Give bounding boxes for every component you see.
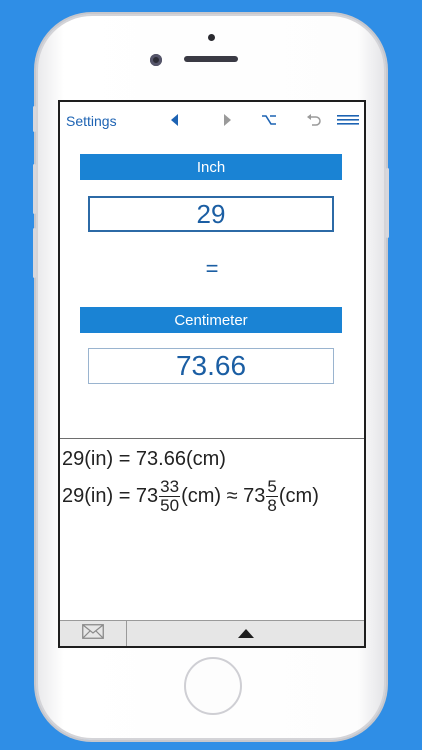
option-key-icon[interactable] (258, 110, 280, 130)
power-button (386, 168, 389, 238)
mute-switch (33, 106, 36, 132)
result-divider (60, 438, 364, 439)
proximity-sensor (208, 34, 215, 41)
fraction-result-mid: (cm) ≈ 73 (181, 484, 266, 507)
toolbar: Settings (60, 102, 364, 140)
fraction-result-prefix: 29(in) = 73 (62, 484, 159, 507)
from-unit-header[interactable]: Inch (80, 154, 342, 180)
fraction-result: 29(in) = 73 33 50 (cm) ≈ 73 5 8 (cm) (62, 478, 319, 515)
left-arrow-icon[interactable] (164, 110, 186, 130)
menu-icon[interactable] (336, 110, 360, 130)
from-value-field[interactable]: 29 (88, 196, 334, 232)
exact-fraction-denominator: 50 (159, 496, 181, 515)
approx-fraction-denominator: 8 (266, 496, 278, 515)
approx-fraction-numerator: 5 (267, 477, 277, 496)
volume-up-button (33, 164, 36, 214)
home-button[interactable] (184, 657, 242, 715)
settings-button[interactable]: Settings (66, 113, 117, 129)
bottom-bar (60, 620, 364, 646)
front-camera (150, 54, 162, 66)
decimal-result: 29(in) = 73.66(cm) (62, 448, 226, 470)
app-screen: Settings Inch 29 = Centimeter 73.66 29(i… (58, 100, 366, 648)
up-arrow-icon (237, 625, 254, 643)
fraction-result-suffix: (cm) (278, 484, 319, 507)
exact-fraction: 33 50 (159, 477, 181, 515)
mail-icon (82, 624, 104, 644)
equals-sign: = (205, 256, 219, 281)
volume-down-button (33, 228, 36, 278)
approx-fraction: 58 (266, 477, 278, 515)
earpiece-speaker (184, 56, 238, 62)
to-unit-header[interactable]: Centimeter (80, 307, 342, 333)
exact-fraction-numerator: 33 (160, 477, 180, 496)
expand-button[interactable] (127, 621, 364, 646)
mail-button[interactable] (60, 621, 127, 646)
right-arrow-icon[interactable] (216, 110, 238, 130)
undo-icon[interactable] (303, 110, 325, 130)
to-value-field[interactable]: 73.66 (88, 348, 334, 384)
